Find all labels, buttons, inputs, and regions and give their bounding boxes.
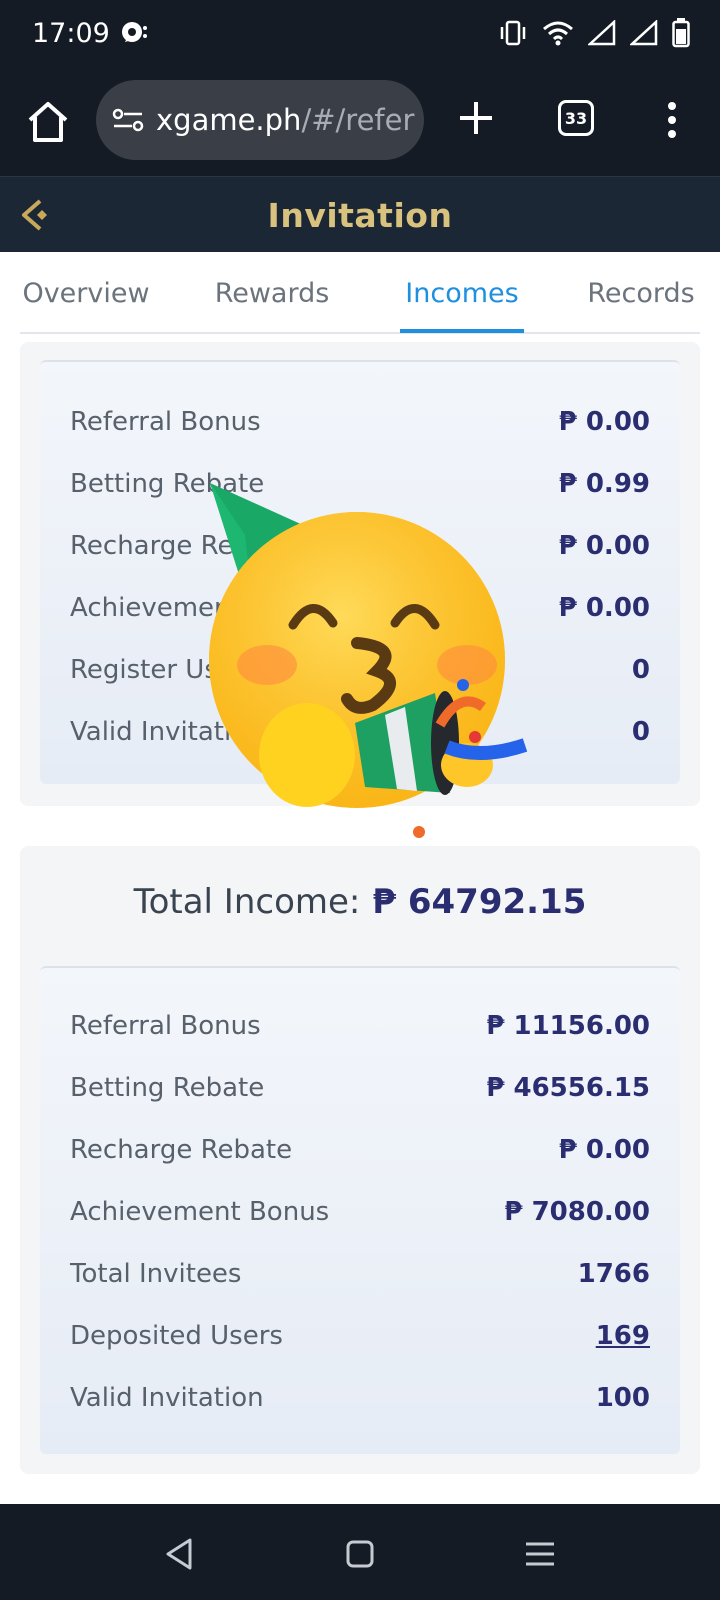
browser-toolbar: xgame.ph/#/refer 33 bbox=[0, 66, 720, 176]
list-item: Betting Rebate ₱ 46556.15 bbox=[70, 1068, 650, 1108]
row-label: Referral Bonus bbox=[70, 1011, 261, 1041]
battery-icon bbox=[672, 18, 690, 48]
row-value: ₱ 0.00 bbox=[558, 531, 650, 561]
row-value: ₱ 0.00 bbox=[558, 407, 650, 437]
tab-switcher-button[interactable]: 33 bbox=[558, 100, 594, 136]
signal-icon bbox=[588, 20, 616, 46]
signal-icon bbox=[630, 20, 658, 46]
active-tab-indicator bbox=[400, 329, 524, 333]
app-header: Invitation bbox=[0, 176, 720, 252]
row-label: Referral Bonus bbox=[70, 407, 261, 437]
tab-bar: Overview Rewards Incomes Records bbox=[20, 252, 700, 334]
list-item: Referral Bonus ₱ 0.00 bbox=[70, 402, 650, 442]
total-income-value: ₱ 64792.15 bbox=[372, 882, 587, 922]
row-value: ₱ 0.00 bbox=[558, 1135, 650, 1165]
url-host: xgame.ph bbox=[156, 103, 302, 137]
party-emoji-icon bbox=[209, 483, 528, 838]
income-breakdown: Referral Bonus ₱ 11156.00 Betting Rebate… bbox=[40, 966, 680, 1454]
row-label: Achievement Bonus bbox=[70, 1197, 330, 1227]
row-label: Recharge Rebate bbox=[70, 1135, 293, 1165]
row-value: ₱ 11156.00 bbox=[486, 1011, 650, 1041]
recents-menu-icon[interactable] bbox=[520, 1534, 560, 1574]
url-text: xgame.ph/#/refer bbox=[156, 103, 414, 137]
home-nav-icon[interactable] bbox=[340, 1534, 380, 1574]
list-item: Achievement Bonus ₱ 7080.00 bbox=[70, 1192, 650, 1232]
status-time: 17:09 bbox=[32, 17, 110, 49]
list-item: Referral Bonus ₱ 11156.00 bbox=[70, 1006, 650, 1046]
total-income-label: Total Income: bbox=[133, 882, 361, 922]
tab-rewards[interactable]: Rewards bbox=[210, 252, 334, 334]
row-label: Total Invitees bbox=[70, 1259, 242, 1289]
status-bar: 17:09 bbox=[0, 0, 720, 66]
tab-incomes[interactable]: Incomes bbox=[400, 252, 524, 334]
row-value: 1766 bbox=[577, 1259, 650, 1289]
row-label: Valid Invitation bbox=[70, 1383, 264, 1413]
tab-records[interactable]: Records bbox=[582, 252, 700, 334]
more-options-icon[interactable] bbox=[662, 100, 682, 140]
row-value: ₱ 0.00 bbox=[558, 593, 650, 623]
row-value: ₱ 0.99 bbox=[558, 469, 650, 499]
row-label: Deposited Users bbox=[70, 1321, 283, 1351]
vibrate-icon bbox=[500, 20, 526, 46]
url-path: /#/refer bbox=[301, 103, 415, 137]
list-item: Valid Invitation 100 bbox=[70, 1378, 650, 1418]
list-item: Total Invitees 1766 bbox=[70, 1254, 650, 1294]
list-item: Recharge Rebate ₱ 0.00 bbox=[70, 1130, 650, 1170]
row-value: ₱ 46556.15 bbox=[486, 1073, 650, 1103]
income-card-total: Total Income: ₱ 64792.15 Referral Bonus … bbox=[20, 846, 700, 1474]
chat-notification-icon bbox=[121, 22, 147, 42]
address-bar[interactable]: xgame.ph/#/refer bbox=[96, 80, 424, 160]
new-tab-icon[interactable] bbox=[456, 98, 496, 138]
back-icon[interactable] bbox=[160, 1534, 200, 1574]
site-settings-icon[interactable] bbox=[112, 106, 144, 134]
row-value: 0 bbox=[631, 717, 650, 747]
row-value: 0 bbox=[631, 655, 650, 685]
row-label: Betting Rebate bbox=[70, 1073, 265, 1103]
row-value: 100 bbox=[595, 1383, 650, 1413]
home-icon[interactable] bbox=[24, 98, 72, 146]
system-navigation-bar bbox=[0, 1504, 720, 1600]
tab-overview[interactable]: Overview bbox=[20, 252, 152, 334]
wifi-icon bbox=[543, 21, 573, 46]
list-item: Deposited Users 169 bbox=[70, 1316, 650, 1356]
row-value: ₱ 7080.00 bbox=[504, 1197, 650, 1227]
deposited-users-link[interactable]: 169 bbox=[596, 1321, 650, 1351]
total-income: Total Income: ₱ 64792.15 bbox=[20, 874, 700, 930]
page-title: Invitation bbox=[267, 195, 453, 235]
